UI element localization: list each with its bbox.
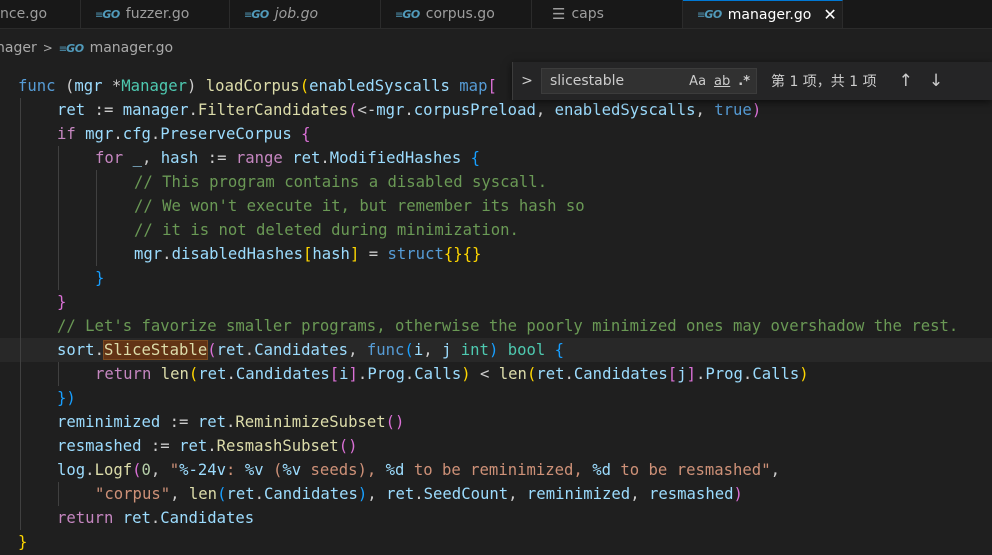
code-line: } (18, 533, 28, 551)
go-file-icon: GO (244, 8, 269, 21)
code-line: for _, hash := range ret.ModifiedHashes … (0, 146, 992, 170)
tab-corpus-go[interactable]: GO corpus.go (381, 0, 532, 28)
code-line: } (0, 290, 992, 314)
tab-nce-go[interactable]: nce.go (0, 0, 81, 28)
code-line: if mgr.cfg.PreserveCorpus { (0, 122, 992, 146)
go-file-icon: GO (395, 8, 420, 21)
code-line: ret := manager.FilterCandidates(<-mgr.co… (0, 98, 992, 122)
chevron-right-icon: > (42, 41, 53, 55)
find-widget: > Aa ab .* 第 1 项，共 1 项 ↑ ↓ (512, 62, 992, 100)
tab-job-go[interactable]: GO job.go (230, 0, 381, 28)
close-icon[interactable]: ✕ (823, 5, 836, 24)
code-editor[interactable]: func (mgr *Manager) loadCorpus(enabledSy… (0, 74, 992, 555)
tab-label: corpus.go (425, 6, 495, 22)
tab-label: fuzzer.go (125, 6, 190, 22)
breadcrumb: nager > GO manager.go (0, 37, 173, 59)
find-input[interactable] (548, 72, 682, 90)
tab-label: manager.go (727, 6, 812, 23)
code-line: log.Logf(0, "%-24v: %v (%v seeds), %d to… (0, 458, 992, 482)
code-line: resmashed := ret.ResmashSubset() (0, 434, 992, 458)
breadcrumb-folder[interactable]: nager (0, 40, 37, 56)
tab-label: nce.go (0, 6, 48, 22)
code-line: return len(ret.Candidates[i].Prog.Calls)… (0, 362, 992, 386)
breadcrumb-file[interactable]: manager.go (90, 40, 174, 56)
go-file-icon: GO (697, 8, 722, 21)
code-line: func (mgr *Manager) loadCorpus(enabledSy… (18, 77, 497, 95)
go-file-icon: GO (59, 42, 84, 55)
tab-bar: nce.go GO fuzzer.go GO job.go GO corpus.… (0, 0, 992, 29)
find-input-box: Aa ab .* (541, 68, 757, 94)
tab-fuzzer-go[interactable]: GO fuzzer.go (81, 0, 230, 28)
current-code-line: sort.SliceStable(ret.Candidates, func(i,… (0, 338, 992, 362)
next-match-arrow-down-icon[interactable]: ↓ (929, 71, 943, 91)
regex-icon[interactable]: .* (738, 74, 750, 89)
code-line: // it is not deleted during minimization… (0, 218, 992, 242)
code-line: return ret.Candidates (0, 506, 992, 530)
previous-match-arrow-up-icon[interactable]: ↑ (899, 71, 913, 91)
code-line: mgr.disabledHashes[hash] = struct{}{} (0, 242, 992, 266)
go-file-icon: GO (95, 8, 120, 21)
code-line: }) (0, 386, 992, 410)
code-line: // Let's favorize smaller programs, othe… (0, 314, 992, 338)
tab-manager-go[interactable]: GO manager.go ✕ (683, 0, 843, 28)
toggle-replace-chevron-icon[interactable]: > (513, 73, 541, 89)
lines-file-icon: ☰ (552, 5, 566, 23)
code-line: // We won't execute it, but remember its… (0, 194, 992, 218)
code-line: // This program contains a disabled sysc… (0, 170, 992, 194)
tab-caps[interactable]: ☰ caps (532, 0, 683, 28)
search-match: SliceStable (102, 340, 209, 360)
tab-label: caps (571, 6, 604, 22)
match-count: 第 1 项，共 1 项 (771, 74, 877, 90)
match-whole-word-icon[interactable]: ab (714, 74, 730, 89)
tab-label: job.go (274, 6, 319, 22)
code-line: } (0, 266, 992, 290)
match-case-icon[interactable]: Aa (689, 74, 706, 89)
code-line: "corpus", len(ret.Candidates), ret.SeedC… (0, 482, 992, 506)
code-line: reminimized := ret.ReminimizeSubset() (0, 410, 992, 434)
